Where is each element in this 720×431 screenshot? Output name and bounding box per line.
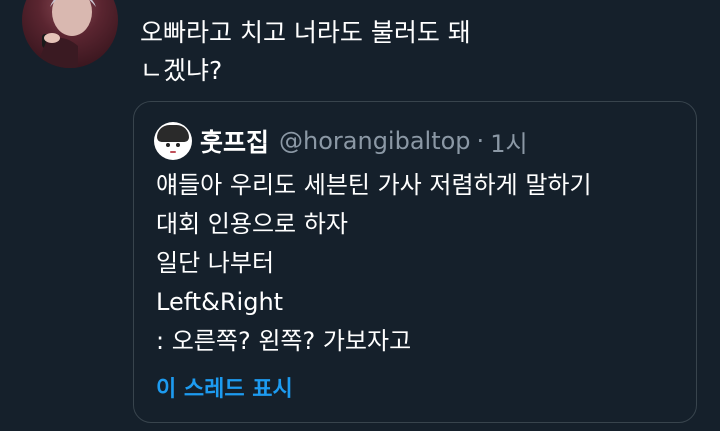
tweet-text: 오빠라고 치고 너라도 불러도 돼 ㄴ겠냐?: [140, 14, 700, 90]
quote-display-name[interactable]: 훗프집: [200, 123, 269, 159]
quote-tweet-card[interactable]: 훗프집 @horangibaltop · 1시 얘들아 우리도 세븐틴 가사 저…: [133, 101, 697, 423]
tweet: 오빠라고 치고 너라도 불러도 돼 ㄴ겠냐? 훗프집 @horangibalto…: [0, 0, 720, 431]
user-avatar[interactable]: [22, 0, 118, 68]
quote-avatar[interactable]: [154, 122, 192, 160]
quote-timestamp[interactable]: 1시: [490, 124, 527, 159]
quote-body-line: 얘들아 우리도 세븐틴 가사 저렴하게 말하기: [156, 171, 592, 199]
tweet-text-line: ㄴ겠냐?: [140, 56, 223, 85]
quote-body-line: 대회 인용으로 하자: [156, 210, 348, 238]
quote-body: 얘들아 우리도 세븐틴 가사 저렴하게 말하기 대회 인용으로 하자 일단 나부…: [156, 166, 686, 361]
quote-header: 훗프집 @horangibaltop · 1시: [154, 120, 528, 162]
quote-body-line: 일단 나부터: [156, 249, 275, 277]
quote-separator: ·: [476, 127, 485, 155]
avatar-photo: [36, 0, 96, 68]
tweet-text-line: 오빠라고 치고 너라도 불러도 돼: [140, 18, 471, 47]
quote-handle[interactable]: @horangibaltop: [279, 127, 471, 155]
quote-body-line: : 오른쪽? 왼쪽? 가보자고: [156, 327, 412, 355]
show-thread-link[interactable]: 이 스레드 표시: [156, 371, 293, 403]
quote-body-line: Left&Right: [156, 288, 284, 316]
